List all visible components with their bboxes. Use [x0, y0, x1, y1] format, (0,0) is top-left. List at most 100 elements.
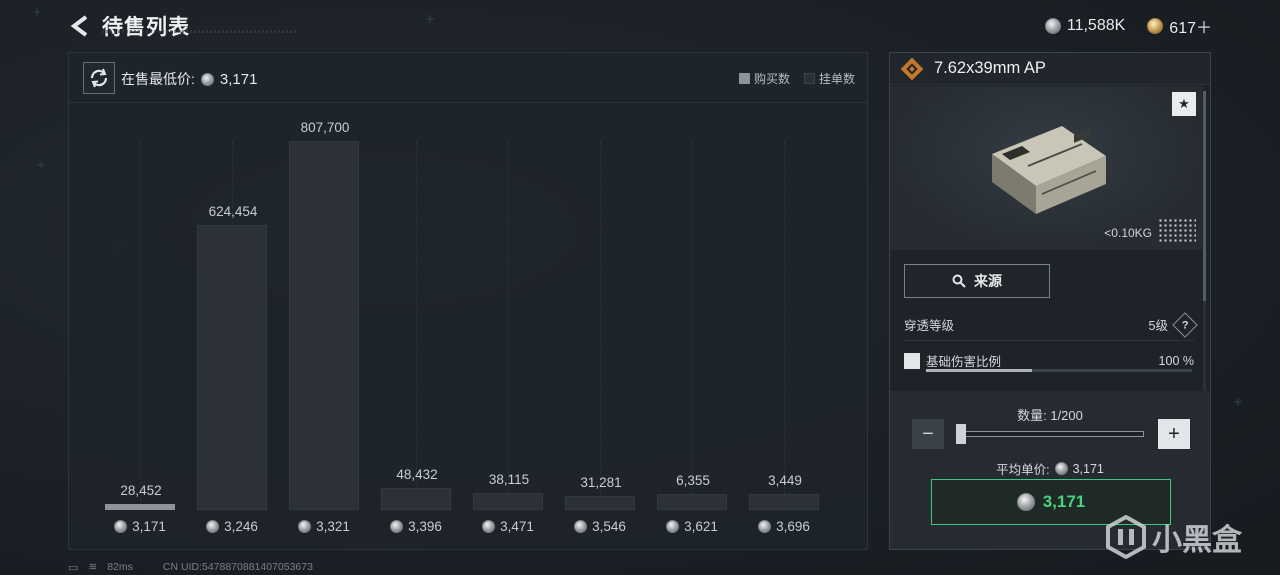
chart-bar[interactable] [381, 487, 451, 510]
user-uid: CN UID:5478870881407053673 [162, 561, 313, 573]
chart-legend: 购买数 挂单数 [738, 70, 855, 87]
page-header: 待售列表 [68, 10, 190, 42]
battery-icon: ▭ [68, 561, 79, 574]
item-image-area: ★ <0.10KG [890, 86, 1202, 250]
damage-label: 基础伤害比例 [926, 355, 1002, 369]
chart-bar[interactable] [749, 494, 819, 510]
ammo-box-image [992, 126, 1106, 214]
legend-label: 挂单数 [818, 72, 855, 86]
watermark-text: 小黑盒 [1152, 524, 1242, 557]
average-price: 平均单价: 3,171 [890, 459, 1210, 478]
gold-currency-value: 617＋ [1169, 20, 1212, 37]
grid-size-icon [1158, 218, 1196, 242]
quantity-slider[interactable] [956, 431, 1144, 437]
damage-bar [926, 369, 1192, 372]
silver-coin-icon [1044, 18, 1061, 34]
column-guide [600, 141, 601, 510]
divider [904, 340, 1194, 341]
column-guide [508, 141, 509, 510]
penetration-value: 5级 [1148, 319, 1168, 333]
damage-bar-fill [926, 369, 1033, 372]
column-guide [784, 141, 785, 510]
chart-bar[interactable] [473, 492, 543, 510]
listing-chart-panel: 在售最低价: 3,171 购买数 挂单数 28,452 3,171 624,454 3… [68, 52, 868, 550]
grid-cross-decoration: + [36, 158, 47, 172]
source-button[interactable]: 来源 [904, 264, 1050, 298]
legend-item-listing-count: 挂单数 [803, 70, 855, 87]
status-footer: ▭ ≋ 82ms CN UID:5478870881407053673 [68, 559, 313, 575]
silver-coin-icon [200, 72, 214, 86]
price-tick-label: 3,546 [550, 519, 650, 534]
help-icon[interactable]: ? [1172, 311, 1198, 338]
title-underline-decoration [102, 30, 298, 33]
grid-cross-decoration: + [425, 12, 436, 26]
page-title: 待售列表 [102, 16, 190, 39]
chart-bar[interactable] [657, 494, 727, 510]
price-tick-label: 3,246 [182, 519, 282, 534]
bar-value-label: 28,452 [120, 483, 162, 498]
silver-coin-icon [390, 520, 404, 533]
silver-coin-icon [1016, 493, 1035, 511]
penetration-value-group: 5级 ? [1148, 311, 1198, 338]
watermark-logo-icon [1106, 515, 1146, 559]
quantity-decrease-button[interactable]: − [912, 419, 944, 449]
silver-coin-icon [114, 520, 128, 533]
column-guide [140, 141, 141, 510]
currency-bar: 11,588K 617＋ [1044, 14, 1212, 38]
chart-bar[interactable] [289, 141, 359, 510]
chart-bar[interactable] [105, 504, 175, 510]
damage-row: 基础伤害比例 100 % [904, 351, 1194, 370]
search-icon [952, 274, 966, 288]
penetration-row: 穿透等级 5级 ? [904, 311, 1198, 338]
price-tick-label: 3,621 [642, 519, 742, 534]
watermark: 小黑盒 [1106, 515, 1242, 559]
price-tick-label: 3,321 [274, 519, 374, 534]
silver-currency-value: 11,588K [1066, 17, 1126, 34]
damage-icon [904, 352, 920, 369]
penetration-label: 穿透等级 [904, 319, 955, 333]
ping-value: 82ms [107, 561, 133, 573]
lowest-price-label: 在售最低价: [121, 71, 195, 87]
bar-value-label: 807,700 [300, 120, 350, 135]
ammo-category-icon [900, 57, 924, 80]
item-header: 7.62x39mm AP [890, 53, 1210, 85]
legend-item-buy-count: 购买数 [738, 70, 790, 87]
source-button-label: 来源 [974, 273, 1002, 289]
refresh-button[interactable] [83, 62, 115, 94]
grid-cross-decoration: + [32, 5, 43, 19]
column-guide [692, 141, 693, 510]
chart-bar[interactable] [197, 224, 267, 510]
silver-coin-icon [482, 520, 496, 533]
item-detail-panel: 7.62x39mm AP ★ <0.10KG 来源 穿透等级 5级 ? 基础伤害… [889, 52, 1211, 550]
scrollbar-thumb[interactable] [1203, 91, 1206, 301]
grid-cross-decoration: + [1233, 395, 1244, 409]
column-guide [416, 141, 417, 510]
price-tick-label: 3,171 [90, 519, 190, 534]
bar-value-label: 3,449 [768, 473, 802, 488]
silver-coin-icon [298, 520, 312, 533]
wifi-icon: ≋ [88, 561, 98, 573]
legend-swatch [738, 73, 750, 84]
price-tick-label: 3,396 [366, 519, 466, 534]
gold-coin-icon [1147, 18, 1164, 34]
silver-coin-icon [758, 520, 772, 533]
refresh-icon [90, 68, 108, 88]
gold-currency[interactable]: 617＋ [1147, 14, 1212, 38]
quantity-slider-thumb[interactable] [956, 424, 966, 444]
lowest-price-value: 3,171 [219, 70, 258, 88]
lowest-price: 在售最低价: 3,171 [121, 69, 257, 89]
favorite-star-button[interactable]: ★ [1172, 92, 1196, 116]
legend-swatch [803, 73, 815, 84]
silver-coin-icon [1054, 462, 1068, 475]
bar-value-label: 624,454 [208, 203, 258, 219]
star-icon: ★ [1178, 96, 1190, 111]
damage-value: 100 % [1158, 353, 1194, 368]
chart-bar[interactable] [565, 495, 635, 510]
back-arrow-icon[interactable] [68, 14, 92, 38]
silver-coin-icon [206, 520, 220, 533]
average-price-label: 平均单价: [996, 463, 1050, 477]
price-tick-label: 3,696 [734, 519, 834, 534]
legend-label: 购买数 [753, 72, 790, 86]
damage-label-group: 基础伤害比例 [904, 351, 1001, 370]
quantity-increase-button[interactable]: + [1158, 419, 1190, 449]
